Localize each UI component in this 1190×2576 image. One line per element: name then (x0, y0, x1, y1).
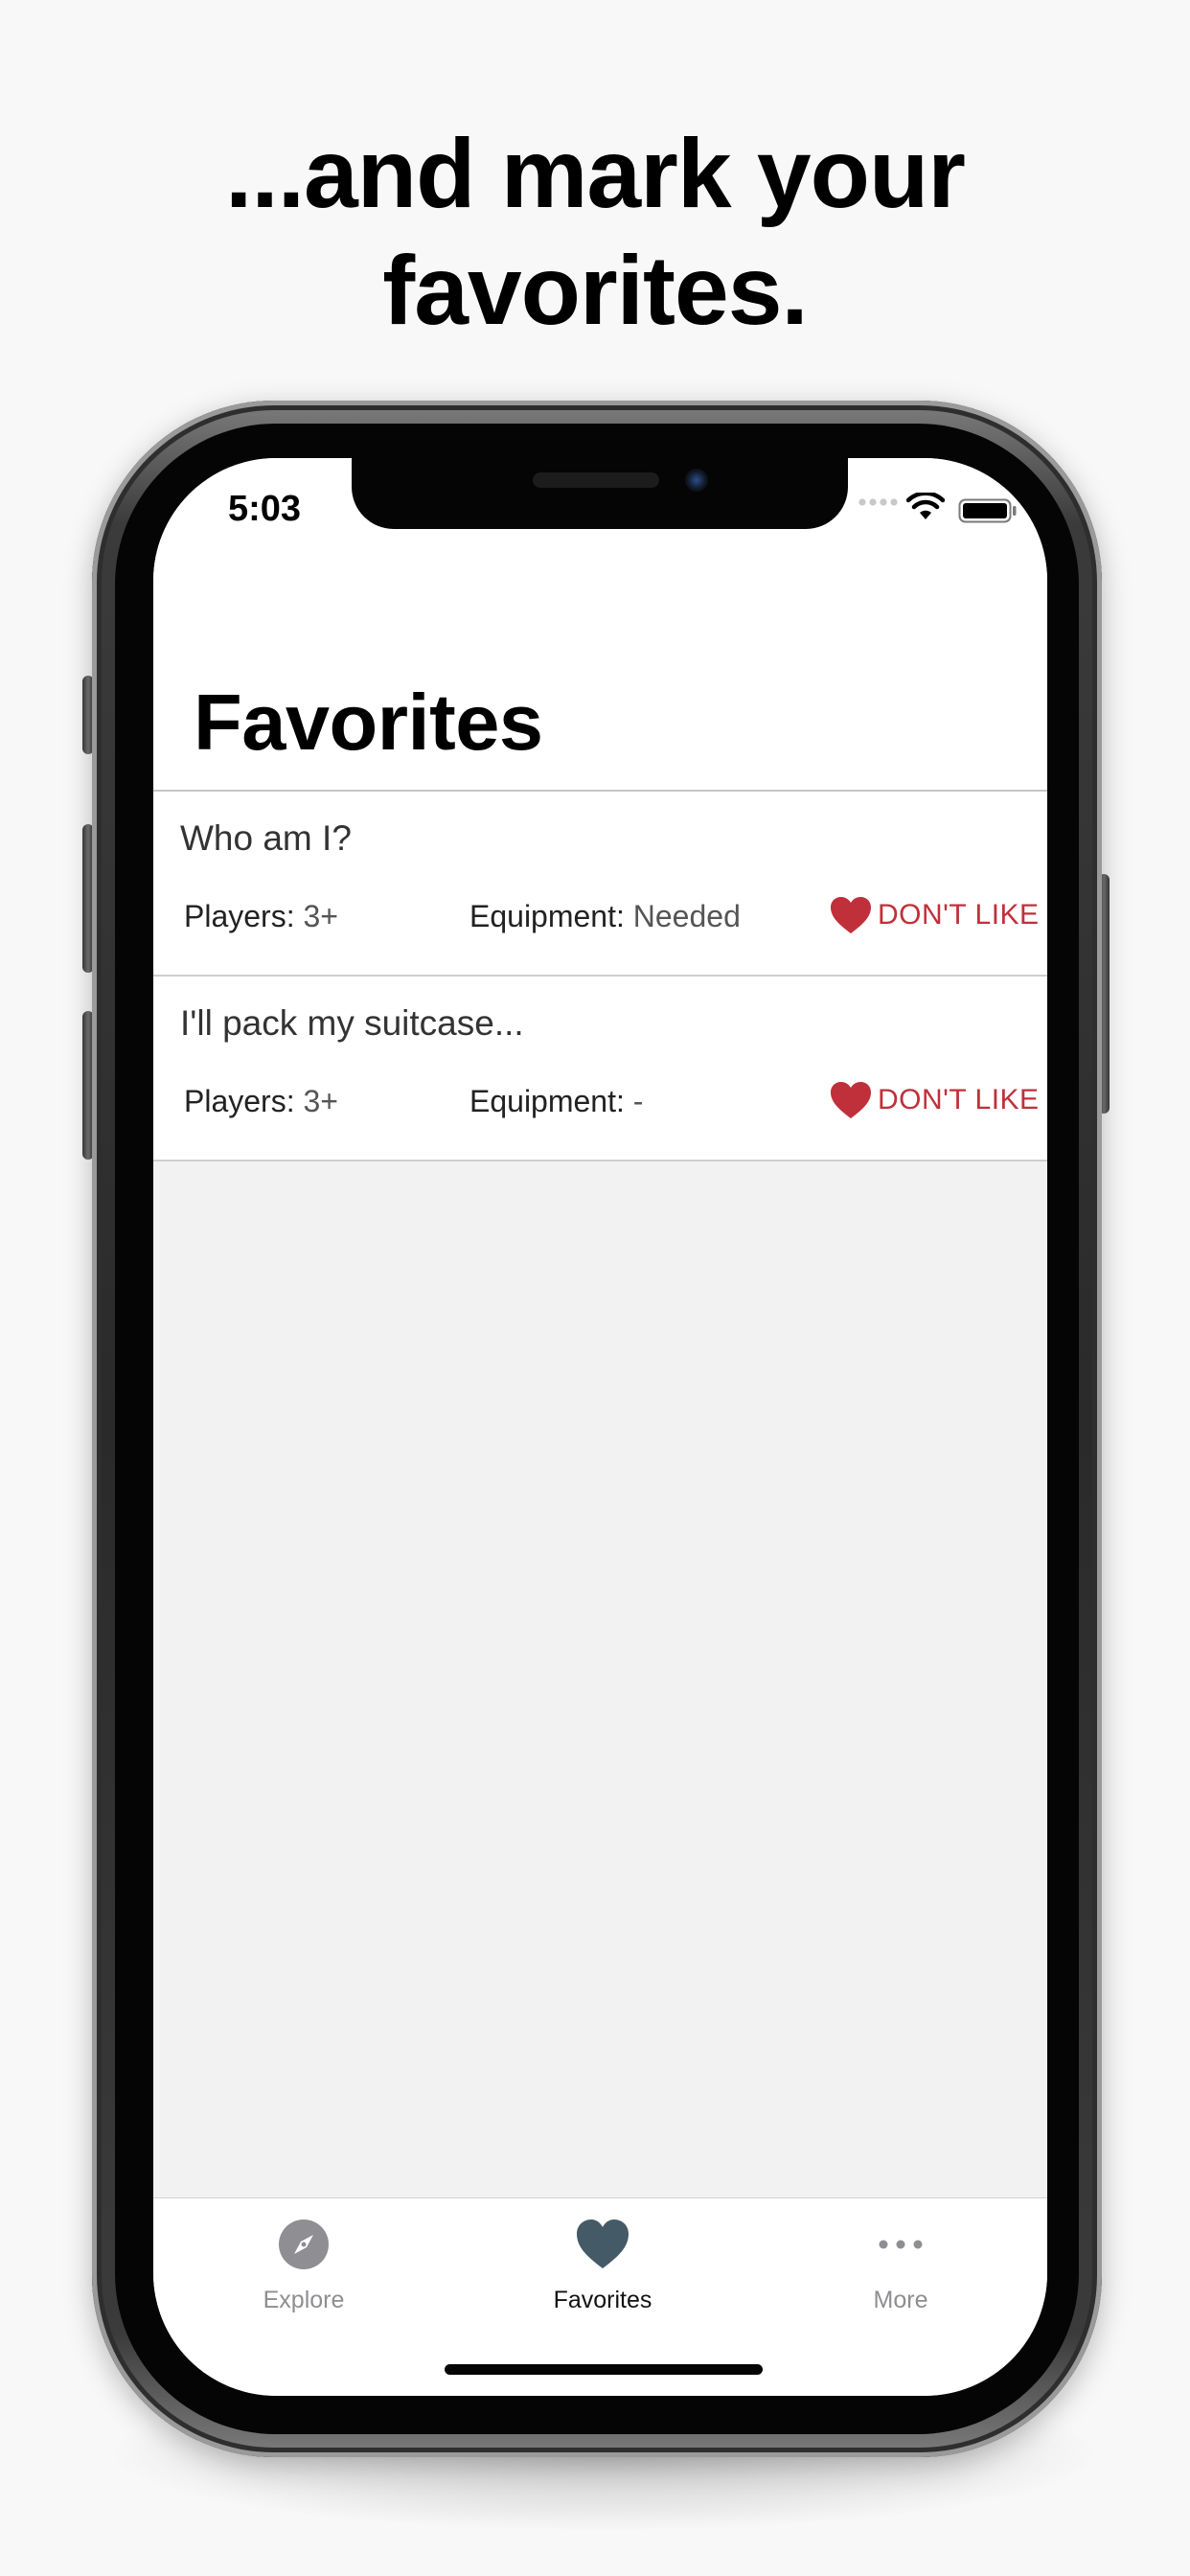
navigation-bar: Favorites (153, 550, 1047, 792)
favorites-list: Who am I? Players: 3+ Equipment: Needed … (153, 792, 1047, 1162)
players-value: 3+ (303, 1084, 338, 1118)
heart-icon (831, 897, 871, 933)
equipment-label: Equipment: (469, 899, 625, 933)
more-icon (879, 2240, 923, 2249)
equipment-info: Equipment: Needed (469, 899, 741, 934)
list-item[interactable]: Who am I? Players: 3+ Equipment: Needed … (153, 792, 1047, 977)
front-camera (685, 469, 708, 492)
equipment-value: Needed (632, 899, 741, 933)
page-title: Favorites (194, 678, 543, 767)
battery-icon (958, 498, 1017, 523)
players-value: 3+ (303, 899, 338, 933)
heart-icon (831, 1082, 871, 1118)
equipment-label: Equipment: (469, 1084, 625, 1118)
cellular-signal-icon (858, 498, 898, 506)
dont-like-button[interactable]: DON'T LIKE (830, 892, 1040, 938)
dont-like-button[interactable]: DON'T LIKE (830, 1077, 1040, 1123)
tab-favorites[interactable]: Favorites (507, 2216, 698, 2314)
device-notch (352, 458, 848, 529)
players-info: Players: 3+ (184, 899, 338, 934)
dont-like-label: DON'T LIKE (878, 1084, 1040, 1116)
tab-explore[interactable]: Explore (208, 2216, 400, 2314)
tab-bar: Explore Favorites More (153, 2197, 1047, 2396)
app-screen: 5:03 Favorites Who am I? Players: 3+ Equ… (153, 458, 1047, 2396)
promo-headline: ...and mark your favorites. (0, 115, 1190, 349)
equipment-value: - (632, 1084, 644, 1118)
players-info: Players: 3+ (184, 1084, 338, 1119)
tab-label: Explore (263, 2287, 345, 2313)
tab-label: More (873, 2287, 928, 2313)
players-label: Players: (184, 899, 295, 933)
list-item[interactable]: I'll pack my suitcase... Players: 3+ Equ… (153, 977, 1047, 1162)
wifi-icon (906, 493, 945, 519)
earpiece-speaker (533, 472, 659, 488)
game-title: Who am I? (180, 818, 352, 858)
dont-like-label: DON'T LIKE (878, 899, 1040, 931)
status-time: 5:03 (228, 489, 302, 529)
heart-icon (577, 2220, 629, 2268)
game-title: I'll pack my suitcase... (180, 1003, 524, 1043)
tab-label: Favorites (553, 2287, 652, 2313)
headline-line-1: ...and mark your (225, 119, 966, 228)
equipment-info: Equipment: - (469, 1084, 643, 1119)
players-label: Players: (184, 1084, 295, 1118)
headline-line-2: favorites. (382, 236, 809, 345)
home-indicator[interactable] (445, 2364, 763, 2375)
tab-more[interactable]: More (805, 2216, 996, 2314)
compass-icon (279, 2220, 329, 2269)
